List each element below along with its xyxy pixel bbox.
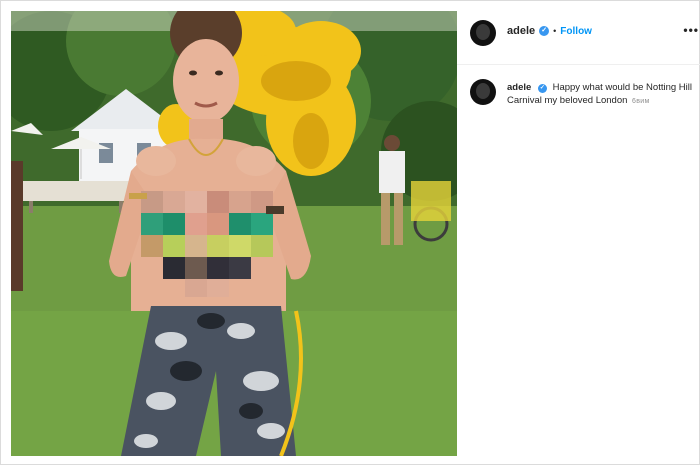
post-photo-illustration xyxy=(11,11,457,456)
separator-dot: • xyxy=(553,26,557,36)
caption-verified-badge-icon: ✓ xyxy=(537,84,547,93)
post-photo[interactable] xyxy=(11,11,457,456)
instagram-post-card: adele ✓ • Follow ••• adele ✓ Happy what … xyxy=(0,0,700,465)
post-header-row: adele ✓ • Follow xyxy=(507,25,592,37)
caption-username-link[interactable]: adele xyxy=(507,82,531,93)
post-header: adele ✓ • Follow ••• xyxy=(457,1,700,65)
caption-text: Happy what would be Notting Hill Carniva… xyxy=(507,82,692,106)
caption-time-ago: 6вим xyxy=(632,98,650,105)
verified-badge-icon: ✓ xyxy=(539,26,550,36)
post-caption: adele ✓ Happy what would be Notting Hill… xyxy=(507,81,692,108)
username-link[interactable]: adele xyxy=(507,25,535,37)
more-options-icon[interactable]: ••• xyxy=(683,23,699,37)
follow-button[interactable]: Follow xyxy=(560,26,592,37)
caption-avatar-icon[interactable] xyxy=(470,79,496,105)
post-side-panel: adele ✓ • Follow ••• adele ✓ Happy what … xyxy=(457,1,700,465)
avatar-icon[interactable] xyxy=(470,20,496,46)
